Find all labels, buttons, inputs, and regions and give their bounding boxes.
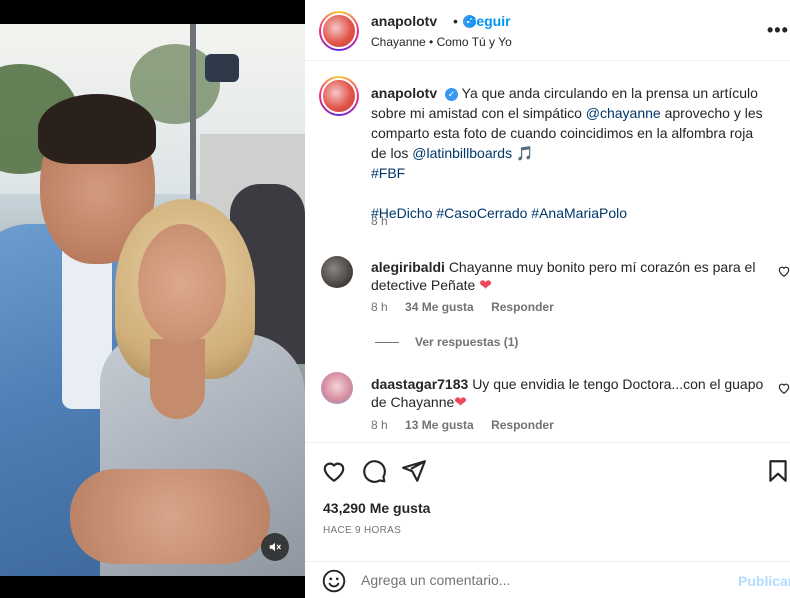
- view-replies-button[interactable]: Ver respuestas (1): [375, 335, 518, 349]
- music-note-icon: 🎵: [515, 145, 534, 161]
- view-replies-label[interactable]: Ver respuestas (1): [415, 335, 518, 349]
- avatar[interactable]: [319, 11, 359, 51]
- photo-woman-face: [138, 224, 226, 344]
- photo-hands: [70, 469, 270, 564]
- comment-username[interactable]: alegiribaldi: [371, 259, 445, 275]
- avatar[interactable]: [321, 256, 353, 288]
- publish-button[interactable]: Publicar: [738, 573, 790, 589]
- volume-muted-icon[interactable]: [261, 533, 289, 561]
- header-separator: •: [453, 13, 458, 29]
- comment-text: alegiribaldi Chayanne muy bonito pero mí…: [371, 258, 766, 295]
- post-header: anapolotv ✓ • Seguir Chayanne • Como Tú …: [305, 0, 790, 61]
- hashtag-links[interactable]: #HeDicho #CasoCerrado #AnaMariaPolo: [371, 205, 627, 221]
- heart-icon[interactable]: [321, 458, 347, 484]
- comment-time: 8 h: [371, 300, 388, 314]
- reply-button[interactable]: Responder: [491, 300, 554, 314]
- comment-likes[interactable]: 34 Me gusta: [405, 300, 474, 314]
- photo-light: [205, 54, 239, 82]
- post-photo: [0, 24, 305, 576]
- comment-icon[interactable]: [361, 458, 387, 484]
- comment-input[interactable]: [361, 569, 721, 591]
- replies-divider: [375, 342, 399, 344]
- photo-man-hair: [38, 94, 156, 164]
- like-comment-icon[interactable]: [777, 264, 790, 278]
- caption-time: 8 h: [371, 214, 388, 228]
- follow-button[interactable]: Seguir: [467, 13, 511, 29]
- more-horizontal-icon[interactable]: •••: [767, 20, 789, 41]
- comment-meta: 8 h 34 Me gusta Responder: [371, 300, 568, 314]
- caption-username[interactable]: anapolotv: [371, 85, 437, 101]
- red-heart-icon: ❤: [454, 394, 467, 411]
- add-comment-bar: Publicar: [305, 561, 790, 598]
- hashtag-link[interactable]: #FBF: [371, 165, 405, 181]
- verified-icon: ✓: [445, 87, 459, 101]
- avatar[interactable]: [319, 76, 359, 116]
- reply-button[interactable]: Responder: [491, 418, 554, 432]
- volume-muted-glyph: [269, 542, 281, 552]
- header-username-text[interactable]: anapolotv: [371, 13, 437, 29]
- emoji-icon[interactable]: [321, 568, 347, 594]
- comment-time: 8 h: [371, 418, 388, 432]
- likes-count[interactable]: 43,290 Me gusta: [323, 500, 430, 516]
- mention-link[interactable]: @chayanne: [586, 105, 661, 121]
- post-time: HACE 9 HORAS: [323, 525, 402, 536]
- comment-meta: 8 h 13 Me gusta Responder: [371, 418, 568, 432]
- post-panel: anapolotv ✓ • Seguir Chayanne • Como Tú …: [305, 0, 790, 598]
- post-media[interactable]: [0, 0, 305, 598]
- comment-likes[interactable]: 13 Me gusta: [405, 418, 474, 432]
- red-heart-icon: ❤: [479, 277, 492, 294]
- caption-text: anapolotv ✓ Ya que anda circulando en la…: [371, 83, 771, 223]
- bookmark-icon[interactable]: [765, 458, 790, 484]
- photo-woman-neck: [150, 339, 205, 419]
- mention-link[interactable]: @latinbillboards: [412, 145, 512, 161]
- avatar[interactable]: [321, 372, 353, 404]
- share-icon[interactable]: [401, 458, 427, 484]
- audio-subtitle[interactable]: Chayanne • Como Tú y Yo: [371, 35, 512, 49]
- like-comment-icon[interactable]: [777, 381, 790, 395]
- comment-text: daastagar7183 Uy que envidia le tengo Do…: [371, 375, 766, 412]
- header-username[interactable]: anapolotv ✓: [371, 13, 476, 29]
- comment-username[interactable]: daastagar7183: [371, 376, 468, 392]
- post-actions: 43,290 Me gusta HACE 9 HORAS Publicar: [305, 442, 790, 597]
